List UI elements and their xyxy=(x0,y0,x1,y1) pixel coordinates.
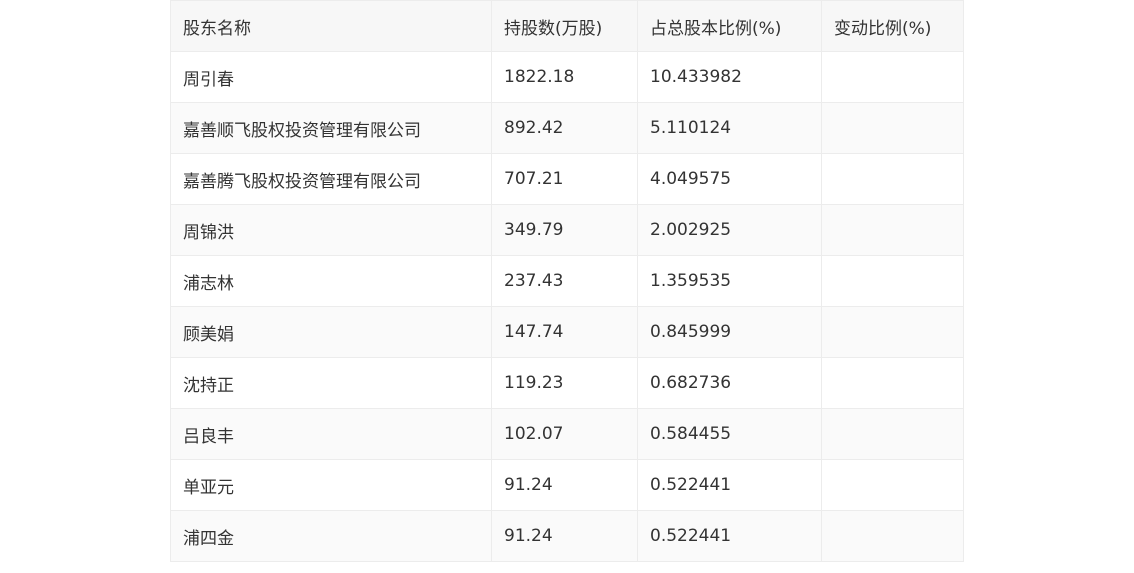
cell-shareholder-name: 浦四金 xyxy=(170,510,492,562)
table-header: 股东名称 持股数(万股) 占总股本比例(%) 变动比例(%) xyxy=(170,0,964,52)
table-row: 嘉善顺飞股权投资管理有限公司 892.42 5.110124 xyxy=(170,102,964,154)
table-row: 单亚元 91.24 0.522441 xyxy=(170,459,964,511)
cell-shareholder-name: 周锦洪 xyxy=(170,204,492,256)
shareholder-table: 股东名称 持股数(万股) 占总股本比例(%) 变动比例(%) 周引春 1822.… xyxy=(170,0,964,562)
cell-change-ratio xyxy=(821,510,964,562)
cell-shares-held: 119.23 xyxy=(491,357,638,409)
cell-share-ratio: 5.110124 xyxy=(637,102,822,154)
table-row: 周引春 1822.18 10.433982 xyxy=(170,51,964,103)
cell-share-ratio: 0.522441 xyxy=(637,510,822,562)
cell-change-ratio xyxy=(821,459,964,511)
cell-share-ratio: 0.682736 xyxy=(637,357,822,409)
table-row: 浦四金 91.24 0.522441 xyxy=(170,510,964,562)
header-shares-held: 持股数(万股) xyxy=(491,0,638,52)
cell-shares-held: 147.74 xyxy=(491,306,638,358)
cell-share-ratio: 0.845999 xyxy=(637,306,822,358)
table-body: 周引春 1822.18 10.433982 嘉善顺飞股权投资管理有限公司 892… xyxy=(170,51,964,562)
shareholder-table-container: 股东名称 持股数(万股) 占总股本比例(%) 变动比例(%) 周引春 1822.… xyxy=(170,0,964,562)
cell-shares-held: 91.24 xyxy=(491,510,638,562)
cell-share-ratio: 0.584455 xyxy=(637,408,822,460)
cell-change-ratio xyxy=(821,153,964,205)
cell-share-ratio: 10.433982 xyxy=(637,51,822,103)
cell-shareholder-name: 沈持正 xyxy=(170,357,492,409)
cell-shareholder-name: 吕良丰 xyxy=(170,408,492,460)
table-row: 沈持正 119.23 0.682736 xyxy=(170,357,964,409)
cell-shares-held: 91.24 xyxy=(491,459,638,511)
cell-shareholder-name: 浦志林 xyxy=(170,255,492,307)
cell-shares-held: 102.07 xyxy=(491,408,638,460)
header-change-ratio: 变动比例(%) xyxy=(821,0,964,52)
cell-change-ratio xyxy=(821,51,964,103)
cell-shares-held: 1822.18 xyxy=(491,51,638,103)
cell-shares-held: 707.21 xyxy=(491,153,638,205)
table-row: 吕良丰 102.07 0.584455 xyxy=(170,408,964,460)
table-row: 顾美娟 147.74 0.845999 xyxy=(170,306,964,358)
cell-shareholder-name: 顾美娟 xyxy=(170,306,492,358)
cell-change-ratio xyxy=(821,306,964,358)
table-row: 浦志林 237.43 1.359535 xyxy=(170,255,964,307)
cell-share-ratio: 0.522441 xyxy=(637,459,822,511)
cell-shares-held: 892.42 xyxy=(491,102,638,154)
cell-shareholder-name: 单亚元 xyxy=(170,459,492,511)
cell-change-ratio xyxy=(821,255,964,307)
cell-share-ratio: 2.002925 xyxy=(637,204,822,256)
cell-share-ratio: 4.049575 xyxy=(637,153,822,205)
cell-shareholder-name: 嘉善顺飞股权投资管理有限公司 xyxy=(170,102,492,154)
cell-change-ratio xyxy=(821,357,964,409)
table-row: 嘉善腾飞股权投资管理有限公司 707.21 4.049575 xyxy=(170,153,964,205)
header-shareholder-name: 股东名称 xyxy=(170,0,492,52)
cell-shares-held: 349.79 xyxy=(491,204,638,256)
cell-change-ratio xyxy=(821,408,964,460)
table-row: 周锦洪 349.79 2.002925 xyxy=(170,204,964,256)
header-share-ratio: 占总股本比例(%) xyxy=(637,0,822,52)
header-row: 股东名称 持股数(万股) 占总股本比例(%) 变动比例(%) xyxy=(170,0,964,52)
cell-change-ratio xyxy=(821,102,964,154)
cell-shares-held: 237.43 xyxy=(491,255,638,307)
cell-share-ratio: 1.359535 xyxy=(637,255,822,307)
cell-shareholder-name: 嘉善腾飞股权投资管理有限公司 xyxy=(170,153,492,205)
cell-change-ratio xyxy=(821,204,964,256)
cell-shareholder-name: 周引春 xyxy=(170,51,492,103)
